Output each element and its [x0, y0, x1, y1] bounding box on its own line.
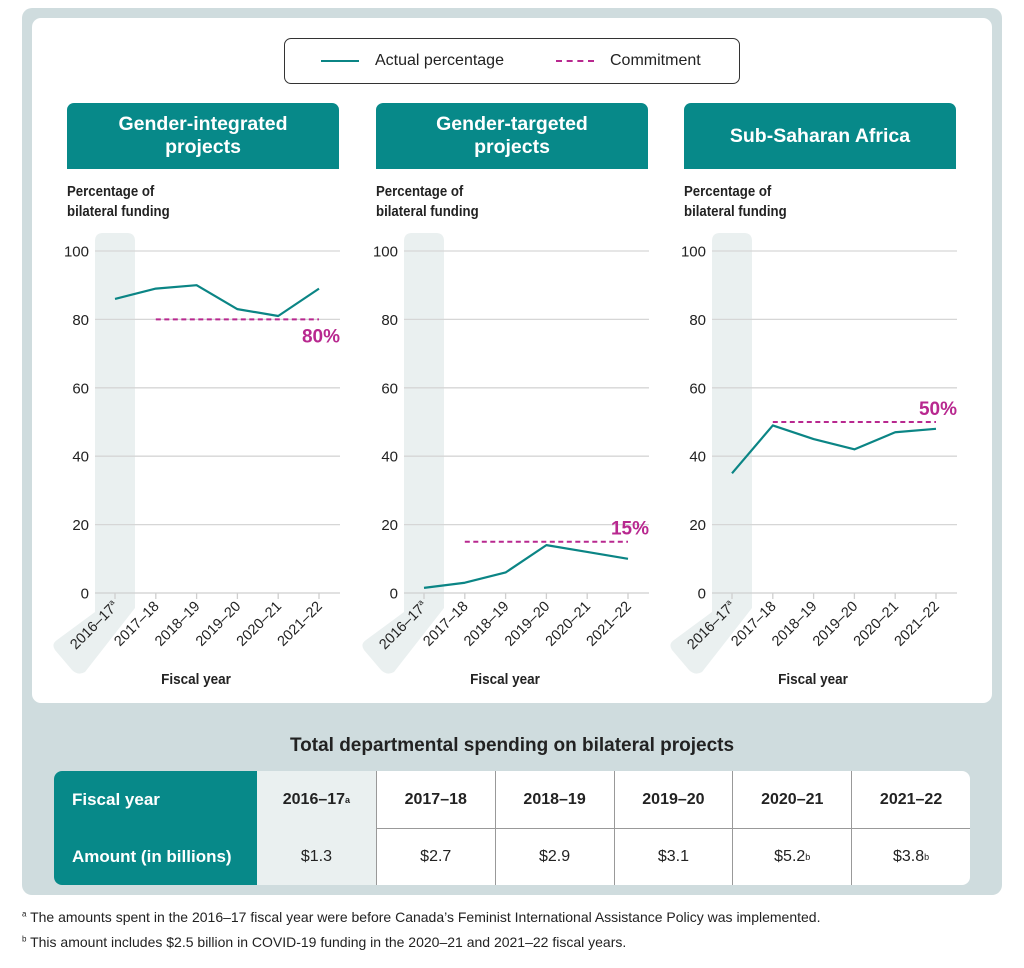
table-amount-cell: $1.3	[257, 828, 376, 885]
y-tick-label: 60	[72, 380, 89, 397]
commitment-label: 50%	[919, 399, 957, 420]
y-tick-label: 20	[381, 517, 398, 534]
table-header-cell: 2021–22	[851, 771, 970, 828]
footnote-a: a The amounts spent in the 2016–17 fisca…	[22, 909, 821, 925]
y-tick-label: 20	[72, 517, 89, 534]
footnote-marker: b	[22, 934, 27, 944]
table-amount-cell: $3.1	[613, 828, 733, 885]
cell-value: 2020–21	[761, 790, 824, 808]
highlight-band	[53, 233, 135, 674]
cell-value: 2021–22	[879, 790, 943, 808]
actual-percentage-line	[731, 424, 937, 475]
table-amount-cell: $2.7	[375, 828, 495, 885]
y-tick-label: 100	[64, 244, 89, 261]
y-tick-label: 0	[390, 586, 398, 603]
x-tick-label: 2021–22	[275, 599, 326, 650]
row-header-fiscal-year: Fiscal year	[54, 771, 257, 828]
cell-value: $5.2	[774, 847, 806, 865]
y-tick-label: 100	[373, 244, 398, 261]
table-amount-cell: $2.9	[494, 828, 614, 885]
y-tick-label: 0	[698, 586, 706, 603]
actual-percentage-line	[114, 284, 320, 318]
cell-value: 2019–20	[642, 790, 705, 808]
cell-value: $1.3	[300, 847, 332, 865]
cell-value: 2018–19	[523, 790, 586, 808]
row-header-amount: Amount (in billions)	[54, 828, 257, 885]
table-header-cell: 2018–19	[494, 771, 614, 828]
commitment-label: 80%	[302, 326, 340, 347]
y-tick-label: 40	[381, 449, 398, 466]
table-header-cell: 2020–21	[732, 771, 851, 828]
x-axis-title: Fiscal year	[778, 671, 848, 688]
cell-value: 2017–18	[404, 790, 467, 808]
footnote-text: The amounts spent in the 2016–17 fiscal …	[30, 909, 821, 925]
table-header-cell: 2019–20	[613, 771, 733, 828]
table-amount-cell: $5.2 b	[732, 828, 851, 885]
footnote-b: b This amount includes $2.5 billion in C…	[22, 934, 626, 950]
y-tick-label: 60	[689, 380, 706, 397]
table-title: Total departmental spending on bilateral…	[289, 735, 735, 756]
table-header-cell: 2016–17 a	[257, 771, 376, 828]
y-tick-label: 80	[381, 312, 398, 329]
cell-value: $3.8	[892, 847, 925, 865]
cell-value: 2016–17	[282, 790, 346, 808]
footnote-marker: a	[22, 909, 27, 919]
y-tick-label: 40	[72, 449, 89, 466]
cell-value: $2.7	[420, 847, 452, 865]
x-axis-title: Fiscal year	[470, 671, 540, 688]
y-tick-label: 80	[689, 312, 706, 329]
footnote-text: This amount includes $2.5 billion in COV…	[30, 934, 627, 950]
x-tick-label: 2021–22	[892, 599, 943, 650]
y-tick-label: 80	[72, 312, 89, 329]
x-axis-title: Fiscal year	[161, 671, 231, 688]
highlight-band	[362, 233, 444, 674]
spending-table: Fiscal year Amount (in billions) 2016–17…	[54, 771, 970, 885]
y-tick-label: 100	[681, 244, 706, 261]
commitment-label: 15%	[611, 519, 649, 540]
y-tick-label: 0	[81, 586, 89, 603]
x-tick-label: 2021–22	[584, 599, 635, 650]
y-tick-label: 20	[689, 517, 706, 534]
cell-value: $2.9	[539, 847, 571, 865]
cell-value: $3.1	[657, 847, 689, 865]
table-amount-cell: $3.8 b	[851, 828, 970, 885]
table-header-cell: 2017–18	[375, 771, 495, 828]
y-tick-label: 40	[689, 449, 706, 466]
highlight-band	[670, 233, 752, 674]
y-tick-label: 60	[381, 380, 398, 397]
actual-percentage-line	[423, 544, 629, 589]
